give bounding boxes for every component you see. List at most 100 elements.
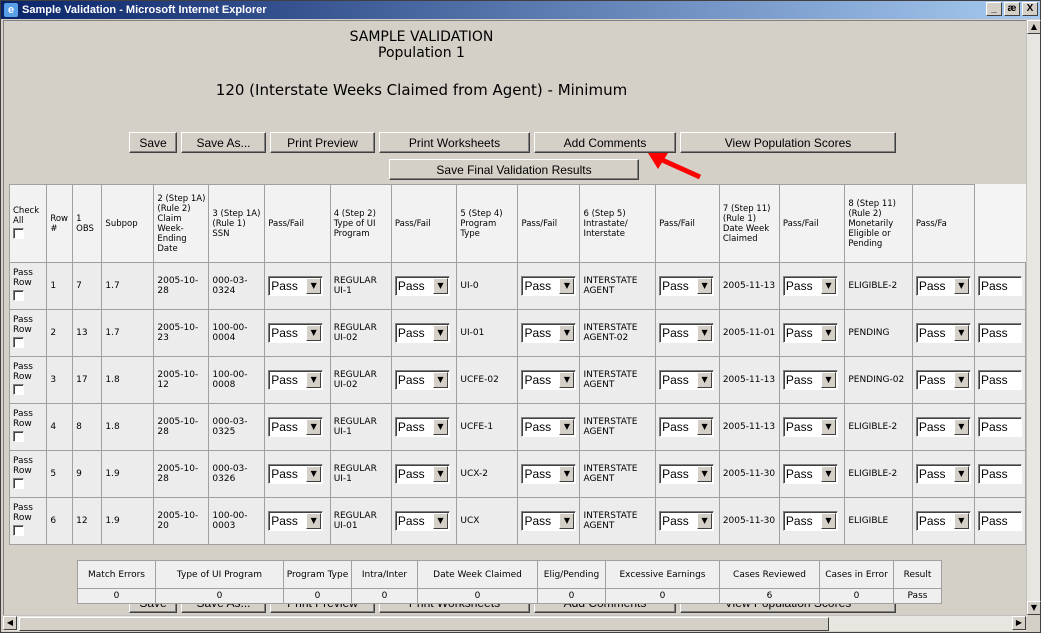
pass-fail-select[interactable]: Pass ▼ [268,276,324,296]
dropdown-arrow-icon[interactable]: ▼ [820,466,836,482]
pass-fail-select[interactable]: Pass ▼ [268,464,324,484]
dropdown-arrow-icon[interactable]: ▼ [953,278,969,294]
pass-fail-select[interactable]: Pass ▼ [782,464,838,484]
dropdown-arrow-icon[interactable]: ▼ [559,372,575,388]
pass-fail-select[interactable]: Pass ▼ [394,323,450,343]
dropdown-arrow-icon[interactable]: ▼ [306,419,322,435]
dropdown-arrow-icon[interactable]: ▼ [697,466,713,482]
pass-row-checkbox[interactable] [13,337,24,348]
pass-fail-select[interactable]: Pass ▼ [659,370,715,390]
pass-fail-select[interactable]: Pass [978,370,1022,390]
dropdown-arrow-icon[interactable]: ▼ [953,466,969,482]
pass-fail-select[interactable]: Pass ▼ [782,276,838,296]
pass-fail-select[interactable]: Pass ▼ [394,511,450,531]
dropdown-arrow-icon[interactable]: ▼ [953,372,969,388]
close-button[interactable]: X [1022,2,1038,16]
pass-fail-select[interactable]: Pass ▼ [268,370,324,390]
dropdown-arrow-icon[interactable]: ▼ [697,325,713,341]
dropdown-arrow-icon[interactable]: ▼ [559,325,575,341]
dropdown-arrow-icon[interactable]: ▼ [306,372,322,388]
dropdown-arrow-icon[interactable]: ▼ [432,372,448,388]
pass-fail-select[interactable]: Pass ▼ [659,276,715,296]
pass-fail-select[interactable]: Pass ▼ [659,511,715,531]
dropdown-arrow-icon[interactable]: ▼ [953,513,969,529]
dropdown-arrow-icon[interactable]: ▼ [820,419,836,435]
pass-row-checkbox[interactable] [13,384,24,395]
print-preview-button[interactable]: Print Preview [270,132,375,153]
pass-fail-select[interactable]: Pass ▼ [915,511,971,531]
pass-fail-select[interactable]: Pass [978,464,1022,484]
dropdown-arrow-icon[interactable]: ▼ [820,278,836,294]
dropdown-arrow-icon[interactable]: ▼ [820,372,836,388]
pass-fail-select[interactable]: Pass ▼ [659,464,715,484]
pass-fail-select[interactable]: Pass ▼ [659,417,715,437]
pass-fail-select[interactable]: Pass ▼ [521,464,577,484]
scroll-down-arrow-icon[interactable]: ▼ [1027,601,1041,615]
dropdown-arrow-icon[interactable]: ▼ [432,466,448,482]
pass-fail-select[interactable]: Pass ▼ [782,323,838,343]
scroll-up-arrow-icon[interactable]: ▲ [1027,20,1041,34]
pass-fail-select[interactable]: Pass ▼ [394,417,450,437]
dropdown-arrow-icon[interactable]: ▼ [559,513,575,529]
pass-fail-select[interactable]: Pass [978,417,1022,437]
pass-fail-select[interactable]: Pass ▼ [521,323,577,343]
dropdown-arrow-icon[interactable]: ▼ [559,419,575,435]
dropdown-arrow-icon[interactable]: ▼ [306,278,322,294]
pass-fail-select[interactable]: Pass ▼ [521,276,577,296]
pass-fail-select[interactable]: Pass ▼ [268,323,324,343]
pass-row-checkbox[interactable] [13,525,24,536]
add-comments-button[interactable]: Add Comments [534,132,676,153]
dropdown-arrow-icon[interactable]: ▼ [306,466,322,482]
pass-fail-select[interactable]: Pass [978,511,1022,531]
dropdown-arrow-icon[interactable]: ▼ [820,513,836,529]
dropdown-arrow-icon[interactable]: ▼ [432,513,448,529]
pass-fail-select[interactable]: Pass ▼ [915,370,971,390]
dropdown-arrow-icon[interactable]: ▼ [697,372,713,388]
vertical-scrollbar[interactable]: ▲ ▼ [1026,20,1041,615]
dropdown-arrow-icon[interactable]: ▼ [697,419,713,435]
pass-fail-select[interactable]: Pass ▼ [782,417,838,437]
dropdown-arrow-icon[interactable]: ▼ [697,278,713,294]
dropdown-arrow-icon[interactable]: ▼ [953,325,969,341]
dropdown-arrow-icon[interactable]: ▼ [432,419,448,435]
pass-fail-select[interactable]: Pass ▼ [915,323,971,343]
pass-fail-select[interactable]: Pass ▼ [521,417,577,437]
print-worksheets-button[interactable]: Print Worksheets [379,132,530,153]
horizontal-scroll-thumb[interactable] [19,617,829,631]
minimize-button[interactable]: _ [986,2,1002,16]
scroll-right-arrow-icon[interactable]: ▶ [1012,616,1026,630]
dropdown-arrow-icon[interactable]: ▼ [559,466,575,482]
dropdown-arrow-icon[interactable]: ▼ [820,325,836,341]
pass-row-checkbox[interactable] [13,478,24,489]
dropdown-arrow-icon[interactable]: ▼ [697,513,713,529]
pass-fail-select[interactable]: Pass ▼ [915,464,971,484]
pass-fail-select[interactable]: Pass ▼ [394,276,450,296]
pass-fail-select[interactable]: Pass ▼ [268,417,324,437]
dropdown-arrow-icon[interactable]: ▼ [432,278,448,294]
pass-fail-select[interactable]: Pass ▼ [782,370,838,390]
dropdown-arrow-icon[interactable]: ▼ [432,325,448,341]
horizontal-scrollbar[interactable]: ◀ ▶ [3,615,1026,631]
save-final-validation-button[interactable]: Save Final Validation Results [389,159,639,180]
dropdown-arrow-icon[interactable]: ▼ [306,513,322,529]
pass-fail-select[interactable]: Pass [978,323,1022,343]
pass-fail-select[interactable]: Pass ▼ [915,417,971,437]
pass-fail-select[interactable]: Pass ▼ [394,370,450,390]
check-all-checkbox[interactable] [13,227,24,239]
pass-fail-select[interactable]: Pass ▼ [915,276,971,296]
dropdown-arrow-icon[interactable]: ▼ [559,278,575,294]
dropdown-arrow-icon[interactable]: ▼ [953,419,969,435]
pass-fail-select[interactable]: Pass ▼ [268,511,324,531]
pass-fail-select[interactable]: Pass [978,276,1022,296]
pass-row-checkbox[interactable] [13,431,24,442]
dropdown-arrow-icon[interactable]: ▼ [306,325,322,341]
save-as-button[interactable]: Save As... [181,132,266,153]
restore-button[interactable]: æ [1004,2,1020,16]
pass-fail-select[interactable]: Pass ▼ [521,370,577,390]
pass-fail-select[interactable]: Pass ▼ [521,511,577,531]
pass-fail-select[interactable]: Pass ▼ [394,464,450,484]
view-population-scores-button[interactable]: View Population Scores [680,132,896,153]
save-button[interactable]: Save [129,132,177,153]
pass-fail-select[interactable]: Pass ▼ [659,323,715,343]
pass-fail-select[interactable]: Pass ▼ [782,511,838,531]
